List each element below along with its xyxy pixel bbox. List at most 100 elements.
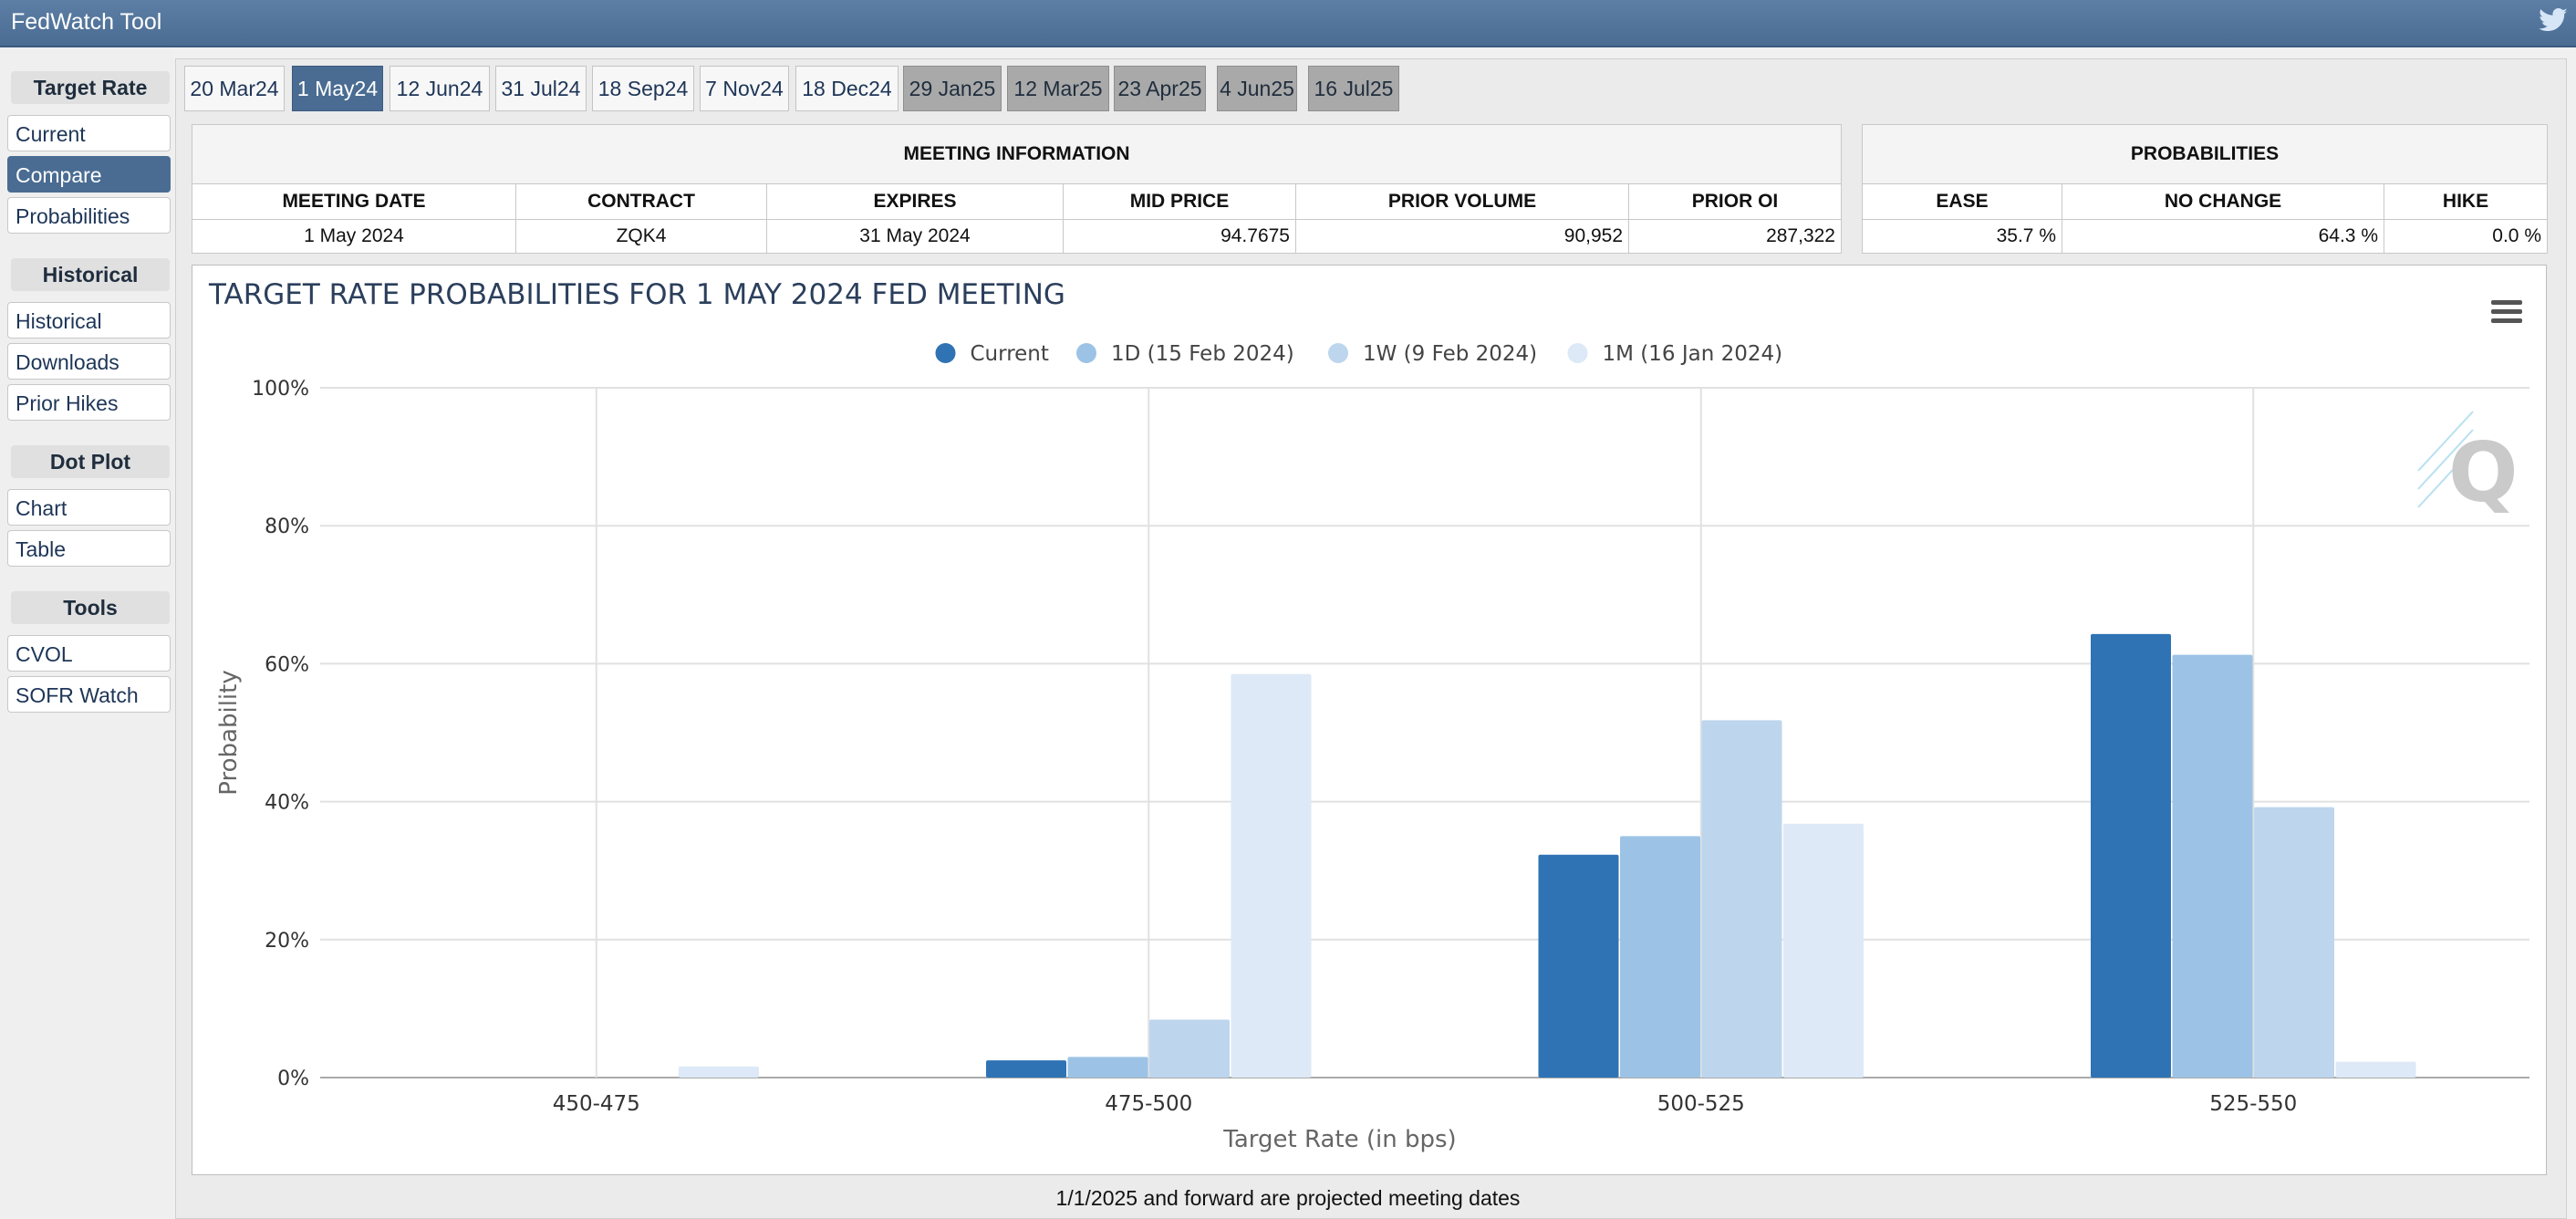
watermark-logo: Q [2417,411,2519,521]
bar-500-525-series-3[interactable] [1783,823,1864,1078]
legend-marker [1567,343,1588,363]
tab-18-dec24[interactable]: 18 Dec24 [795,66,898,111]
tab-20-mar24[interactable]: 20 Mar24 [184,66,285,111]
x-tick-label: 475-500 [1105,1092,1192,1116]
chart-title: TARGET RATE PROBABILITIES FOR 1 MAY 2024… [208,278,1065,311]
chart-panel: TARGET RATE PROBABILITIES FOR 1 MAY 2024… [192,265,2547,1175]
chart-menu-icon[interactable] [2491,300,2522,323]
sidebar-item-prior-hikes[interactable]: Prior Hikes [7,384,171,421]
app-title: FedWatch Tool [11,9,162,35]
bar-450-475-series-3[interactable] [679,1066,759,1078]
tab-4-jun25[interactable]: 4 Jun25 [1217,66,1297,111]
sidebar: Target Rate Current Compare Probabilitie… [0,47,173,1219]
legend-label: Current [971,342,1049,366]
x-axis-label: Target Rate (in bps) [1222,1126,1456,1153]
x-tick-label: 450-475 [553,1092,640,1116]
x-axis-ticks: 450-475 475-500 500-525 525-550 [553,1092,2298,1116]
meeting-date-value: 1 May 2024 [192,219,516,254]
table-row: 35.7 % 64.3 % 0.0 % [1862,219,2548,254]
x-tick-label: 500-525 [1657,1092,1745,1116]
sidebar-heading-tools: Tools [11,591,170,624]
y-tick-label: 20% [265,930,309,953]
footer-note: 1/1/2025 and forward are projected meeti… [1055,1186,1521,1210]
legend-item[interactable]: 1W (9 Feb 2024) [1328,342,1537,366]
col-header-no-change: NO CHANGE [2062,183,2384,220]
bar-500-525-series-2[interactable] [1701,720,1782,1078]
probability-chart: TARGET RATE PROBABILITIES FOR 1 MAY 2024… [208,278,2529,1153]
legend-label: 1W (9 Feb 2024) [1363,342,1537,366]
bar-475-500-series-1[interactable] [1067,1057,1148,1078]
col-header-mid-price: MID PRICE [1063,183,1296,220]
chart-legend: Current 1D (15 Feb 2024) 1W (9 Feb 2024) 1M… [935,342,1783,366]
sidebar-heading-historical: Historical [11,258,170,291]
bar-525-550-series-1[interactable] [2172,654,2253,1078]
sidebar-item-table[interactable]: Table [7,530,171,567]
y-tick-label: 60% [265,653,309,676]
legend-item[interactable]: 1D (15 Feb 2024) [1076,342,1294,366]
app-header: FedWatch Tool [0,0,2576,47]
tab-12-jun24[interactable]: 12 Jun24 [390,66,490,111]
col-header-meeting-date: MEETING DATE [192,183,516,220]
x-tick-label: 525-550 [2209,1092,2297,1116]
probabilities-table: PROBABILITIES EASE NO CHANGE HIKE 35.7 %… [1862,124,2548,254]
no-change-value: 64.3 % [2062,219,2384,254]
probabilities-caption: PROBABILITIES [1862,124,2548,184]
svg-text:Q: Q [2448,425,2519,521]
table-row: 1 May 2024 ZQK4 31 May 2024 94.7675 90,9… [192,219,1842,254]
bar-525-550-series-3[interactable] [2335,1061,2416,1078]
bar-525-550-series-0[interactable] [2091,633,2171,1078]
col-header-expires: EXPIRES [766,183,1064,220]
sidebar-item-cvol[interactable]: CVOL [7,635,171,672]
expires-value: 31 May 2024 [766,219,1064,254]
sidebar-item-chart[interactable]: Chart [7,489,171,526]
mid-price-value: 94.7675 [1063,219,1296,254]
col-header-ease: EASE [1862,183,2062,220]
sidebar-item-compare[interactable]: Compare [7,156,171,193]
legend-label: 1D (15 Feb 2024) [1111,342,1294,366]
sidebar-item-sofr-watch[interactable]: SOFR Watch [7,676,171,713]
twitter-icon[interactable] [2538,7,2569,39]
col-header-prior-volume: PRIOR VOLUME [1295,183,1629,220]
chart-bars [679,633,2416,1078]
bar-500-525-series-0[interactable] [1538,854,1619,1078]
sidebar-item-downloads[interactable]: Downloads [7,343,171,380]
tab-12-mar25[interactable]: 12 Mar25 [1007,66,1109,111]
ease-value: 35.7 % [1862,219,2062,254]
y-axis-label: Probability [215,670,243,795]
legend-marker [1328,343,1348,363]
legend-label: 1M (16 Jan 2024) [1603,342,1783,366]
meeting-info-caption: MEETING INFORMATION [192,124,1842,184]
prior-volume-value: 90,952 [1295,219,1629,254]
tab-31-jul24[interactable]: 31 Jul24 [495,66,587,111]
y-tick-label: 100% [252,378,309,401]
tab-23-apr25[interactable]: 23 Apr25 [1114,66,1206,111]
tab-18-sep24[interactable]: 18 Sep24 [592,66,694,111]
sidebar-item-probabilities[interactable]: Probabilities [7,197,171,234]
bar-525-550-series-2[interactable] [2254,807,2334,1078]
y-tick-label: 80% [265,516,309,538]
bar-500-525-series-1[interactable] [1620,836,1700,1078]
legend-item[interactable]: Current [935,342,1049,366]
prior-oi-value: 287,322 [1628,219,1842,254]
tab-1-may24[interactable]: 1 May24 [292,66,383,111]
y-tick-label: 0% [277,1068,309,1090]
col-header-prior-oi: PRIOR OI [1628,183,1842,220]
col-header-contract: CONTRACT [515,183,767,220]
sidebar-item-historical[interactable]: Historical [7,302,171,339]
legend-item[interactable]: 1M (16 Jan 2024) [1567,342,1783,366]
y-tick-label: 40% [265,792,309,815]
sidebar-item-current[interactable]: Current [7,115,171,151]
contract-value: ZQK4 [515,219,767,254]
tab-29-jan25[interactable]: 29 Jan25 [903,66,1002,111]
legend-marker [1076,343,1096,363]
bar-475-500-series-0[interactable] [986,1060,1066,1078]
tab-7-nov24[interactable]: 7 Nov24 [700,66,789,111]
bar-475-500-series-2[interactable] [1149,1019,1230,1078]
sidebar-heading-target-rate: Target Rate [11,71,170,104]
tab-16-jul25[interactable]: 16 Jul25 [1308,66,1399,111]
legend-marker [935,343,956,363]
sidebar-heading-dot-plot: Dot Plot [11,445,170,478]
bar-475-500-series-3[interactable] [1231,673,1312,1078]
meeting-info-table: MEETING INFORMATION MEETING DATE CONTRAC… [192,124,1842,254]
hike-value: 0.0 % [2384,219,2548,254]
